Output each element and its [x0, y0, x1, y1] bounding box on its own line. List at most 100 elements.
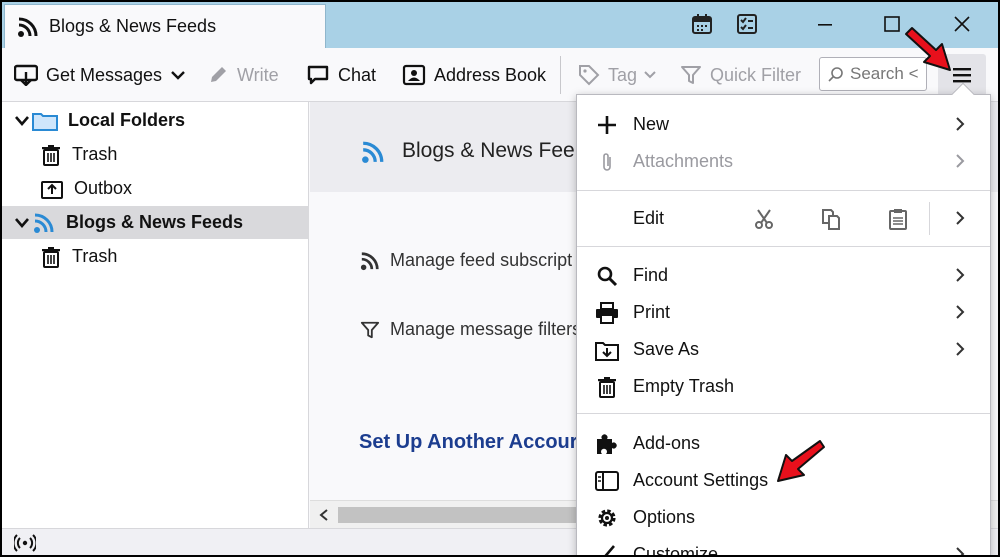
outbox-icon — [41, 180, 63, 199]
menu-item-label: Attachments — [633, 151, 734, 171]
address-book-icon — [402, 64, 426, 86]
chevron-right-icon — [956, 268, 965, 282]
account-settings-icon — [595, 469, 619, 493]
brush-icon — [595, 543, 619, 555]
tag-icon — [579, 65, 600, 86]
folder-feeds-trash[interactable]: Trash — [2, 240, 309, 273]
menu-item-empty-trash[interactable]: Empty Trash — [577, 368, 990, 405]
menu-item-find[interactable]: Find — [577, 257, 990, 294]
edit-separator — [929, 202, 930, 235]
menu-item-customize[interactable]: Customize — [577, 536, 990, 555]
chevron-right-icon — [956, 154, 965, 168]
download-mail-icon — [14, 64, 38, 86]
menu-item-label: Print — [633, 302, 671, 322]
pencil-icon — [211, 67, 226, 82]
address-book-label: Address Book — [434, 64, 547, 85]
filter-icon — [681, 66, 701, 84]
chevron-down-icon — [644, 71, 656, 79]
app-menu-panel: New Attachments Edit Find Print Save As … — [576, 82, 991, 555]
scrollbar-thumb[interactable] — [338, 507, 578, 523]
printer-icon — [595, 301, 619, 325]
tab-blogs-news-feeds[interactable]: Blogs & News Feeds — [4, 4, 326, 48]
online-status-icon[interactable] — [14, 534, 36, 552]
folder-label: Trash — [72, 246, 118, 266]
chevron-down-icon — [15, 115, 29, 126]
menu-item-label: Account Settings — [633, 470, 769, 490]
get-messages-button[interactable]: Get Messages — [14, 60, 162, 90]
folder-label: Local Folders — [68, 110, 186, 130]
chat-button[interactable]: Chat — [306, 60, 376, 90]
manage-filters-link[interactable]: Manage message filters — [360, 319, 581, 340]
trash-icon — [42, 246, 60, 268]
scissors-icon — [755, 209, 773, 229]
setup-account-heading: Set Up Another Accour — [359, 431, 578, 453]
thunderbird-window: Blogs & News Feeds Get Messages Write Ch… — [2, 2, 998, 555]
tag-button[interactable]: Tag — [578, 60, 665, 90]
copy-icon — [822, 209, 840, 230]
chevron-right-icon — [956, 117, 965, 131]
menu-item-new[interactable]: New — [577, 106, 990, 143]
chevron-down-icon — [171, 71, 185, 80]
menu-separator — [577, 413, 990, 414]
copy-button[interactable] — [818, 206, 844, 232]
menu-item-label: Options — [633, 507, 696, 527]
quick-filter-button[interactable]: Quick Filter — [680, 60, 801, 90]
folder-trash[interactable]: Trash — [2, 138, 309, 171]
write-label: Write — [237, 64, 279, 85]
folder-icon — [32, 112, 58, 131]
chevron-right-icon — [956, 342, 965, 356]
quick-filter-label: Quick Filter — [710, 64, 802, 85]
maximize-icon — [884, 16, 900, 32]
filter-icon — [360, 321, 380, 338]
rss-icon — [360, 251, 379, 270]
menu-item-label: Add-ons — [633, 433, 701, 453]
get-messages-label: Get Messages — [46, 64, 163, 85]
tag-label: Tag — [608, 64, 638, 85]
menu-separator — [577, 190, 990, 191]
account-title: Blogs & News Fee — [402, 139, 575, 162]
tasks-button[interactable] — [733, 10, 761, 38]
rss-icon — [34, 213, 54, 233]
manage-feeds-label: Manage feed subscript — [390, 250, 573, 270]
magnifier-icon — [595, 264, 619, 288]
chevron-down-icon — [15, 217, 29, 228]
manage-filters-label: Manage message filters — [390, 319, 582, 339]
save-icon — [595, 338, 619, 362]
menu-item-options[interactable]: Options — [577, 499, 990, 536]
manage-feeds-link[interactable]: Manage feed subscript — [360, 250, 572, 271]
chevron-right-icon — [956, 305, 965, 319]
folder-local-folders[interactable]: Local Folders — [2, 104, 309, 137]
rss-icon — [362, 141, 384, 163]
get-messages-dropdown[interactable] — [169, 60, 195, 90]
menu-item-print[interactable]: Print — [577, 294, 990, 331]
chevron-right-icon — [956, 211, 965, 225]
address-book-button[interactable]: Address Book — [402, 60, 546, 90]
close-icon — [954, 16, 970, 32]
menu-item-label: Save As — [633, 339, 700, 359]
menu-item-attachments[interactable]: Attachments — [577, 143, 990, 180]
menu-item-label: Empty Trash — [633, 376, 735, 396]
folder-blogs-news-feeds[interactable]: Blogs & News Feeds — [2, 206, 309, 239]
hamburger-menu-icon — [953, 68, 971, 83]
menu-item-edit[interactable]: Edit — [577, 200, 990, 237]
chat-bubble-icon — [307, 65, 329, 85]
minimize-icon — [818, 24, 832, 26]
folder-outbox[interactable]: Outbox — [2, 172, 309, 205]
puzzle-piece-icon — [595, 432, 619, 456]
cut-button[interactable] — [751, 206, 777, 232]
menu-separator — [577, 246, 990, 247]
trash-icon — [42, 144, 60, 166]
annotation-arrow-icon — [905, 27, 951, 71]
menu-item-label: Edit — [633, 208, 665, 228]
calendar-button[interactable] — [688, 10, 716, 38]
toolbar-separator — [560, 56, 561, 94]
folder-label: Blogs & News Feeds — [66, 212, 244, 232]
menu-item-label: Customize — [633, 544, 719, 555]
title-bar: Blogs & News Feeds — [2, 2, 998, 48]
minimize-button[interactable] — [811, 10, 839, 38]
plus-icon — [595, 113, 619, 137]
write-button[interactable]: Write — [207, 60, 279, 90]
menu-item-save-as[interactable]: Save As — [577, 331, 990, 368]
clipboard-icon — [889, 209, 907, 230]
paste-button[interactable] — [885, 206, 911, 232]
